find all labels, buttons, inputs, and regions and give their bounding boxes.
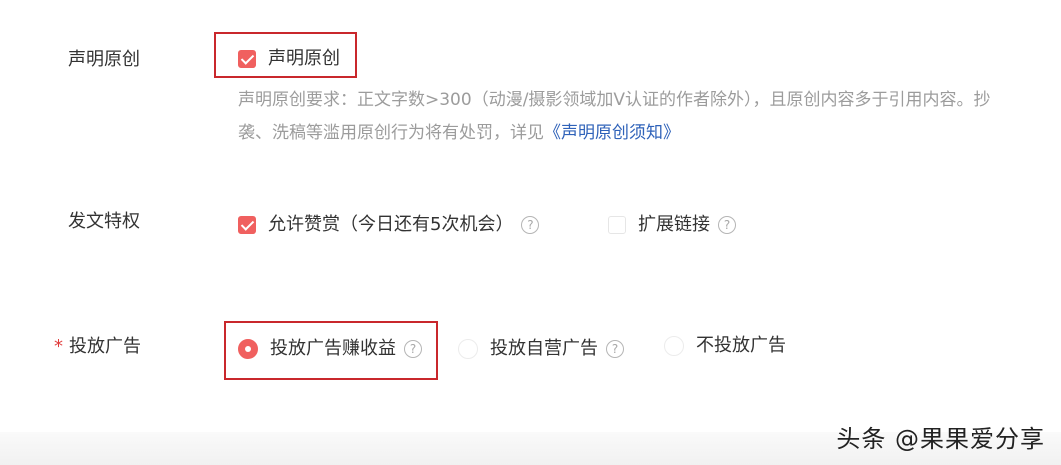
ads-label-text: 投放广告 xyxy=(69,336,141,357)
ads-self-label: 投放自营广告 xyxy=(490,338,598,359)
ads-none-radio[interactable] xyxy=(664,336,684,356)
privilege-row-label: 发文特权 xyxy=(68,211,140,232)
ads-none-label: 不投放广告 xyxy=(696,335,786,356)
question-circle-icon[interactable]: ? xyxy=(606,340,624,358)
ads-earn-label: 投放广告赚收益 xyxy=(270,338,396,359)
required-mark: * xyxy=(54,336,63,357)
ads-row-label: * 投放广告 xyxy=(54,335,141,359)
original-guidelines-link[interactable]: 《声明原创须知》 xyxy=(544,123,680,143)
allow-reward-label: 允许赞赏（今日还有5次机会） xyxy=(268,214,514,235)
ads-earn-option[interactable]: 投放广告赚收益 ? xyxy=(238,337,422,361)
allow-reward-option[interactable]: 允许赞赏（今日还有5次机会） ? xyxy=(238,213,540,237)
extend-link-option[interactable]: 扩展链接 ? xyxy=(608,213,736,237)
original-checkbox-label: 声明原创 xyxy=(268,48,340,69)
extend-link-label: 扩展链接 xyxy=(638,214,710,235)
original-hint: 声明原创要求：正文字数>300（动漫/摄影领域加V认证的作者除外），且原创内容多… xyxy=(238,84,998,150)
question-circle-icon[interactable]: ? xyxy=(718,216,736,234)
question-circle-icon[interactable]: ? xyxy=(521,216,540,234)
ads-self-option[interactable]: 投放自营广告 ? xyxy=(458,337,624,361)
ads-none-option[interactable]: 不投放广告 xyxy=(664,334,786,358)
extend-link-checkbox[interactable] xyxy=(608,216,626,234)
original-checkbox[interactable] xyxy=(238,50,256,68)
watermark: 头条 @果果爱分享 xyxy=(836,425,1045,453)
original-row-label: 声明原创 xyxy=(68,49,140,70)
allow-reward-checkbox[interactable] xyxy=(238,216,256,234)
question-circle-icon[interactable]: ? xyxy=(404,340,422,358)
ads-earn-radio[interactable] xyxy=(238,339,258,359)
original-checkbox-option[interactable]: 声明原创 xyxy=(238,47,340,71)
ads-self-radio[interactable] xyxy=(458,339,478,359)
